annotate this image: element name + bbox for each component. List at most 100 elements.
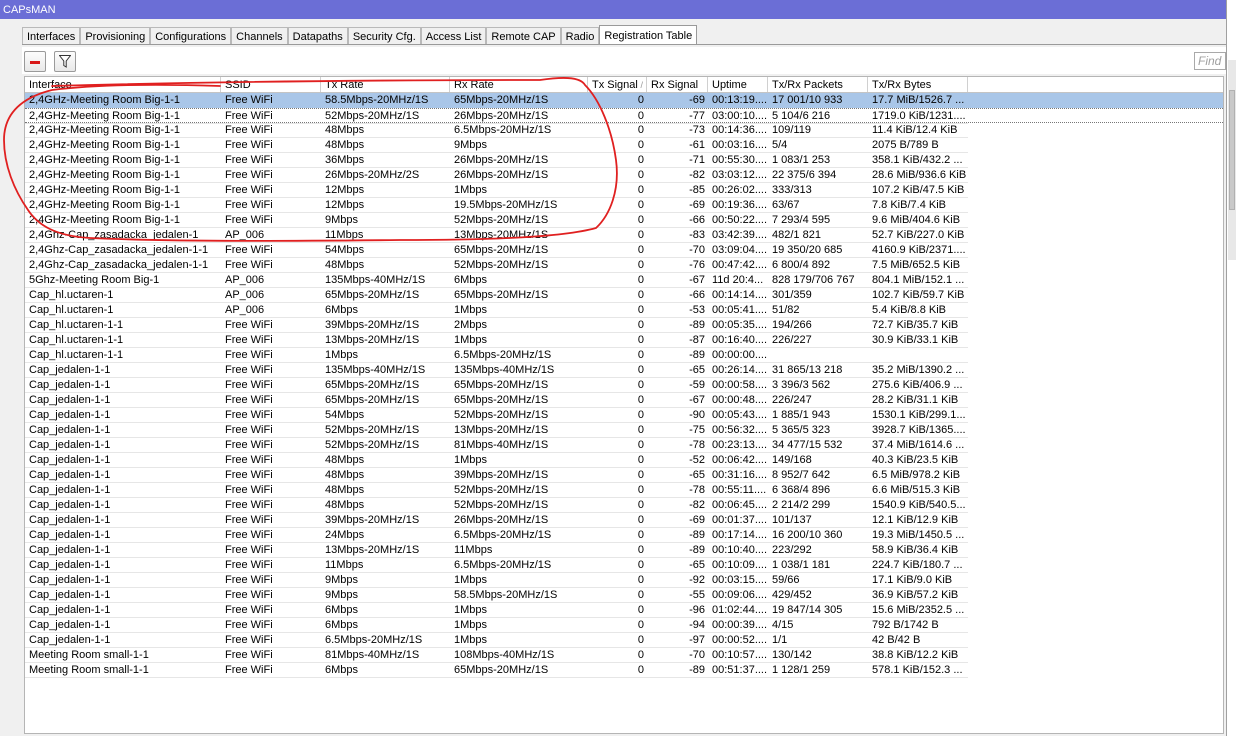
table-row[interactable]: Cap_jedalen-1-1 Free WiFi 48Mbps 52Mbps-20M…: [25, 498, 1223, 513]
tab-provisioning[interactable]: Provisioning: [80, 27, 151, 45]
table-row[interactable]: 2,4Ghz-Cap_zasadacka_jedalen-1-1 Free WiF…: [25, 243, 1223, 258]
cell-ssid: AP_006: [221, 288, 321, 303]
table-row[interactable]: Cap_jedalen-1-1 Free WiFi 11Mbps 6.5Mbps-20…: [25, 558, 1223, 573]
cell-tx-rx-packets: 130/142: [768, 648, 868, 663]
column-header-tx-signal[interactable]: Tx Signal /: [588, 77, 647, 92]
cell-tx-rx-bytes: 1530.1 KiB/299.1...: [868, 408, 968, 423]
table-row[interactable]: Meeting Room small-1-1 Free WiFi 6Mbps 65Mb…: [25, 663, 1223, 678]
cell-uptime: 00:16:40....: [708, 333, 768, 348]
tab-interfaces[interactable]: Interfaces: [22, 27, 81, 45]
table-row[interactable]: Cap_jedalen-1-1 Free WiFi 6Mbps 1Mbps 0 -96 01…: [25, 603, 1223, 618]
table-row[interactable]: 2,4GHz-Meeting Room Big-1-1 Free WiFi 26Mb…: [25, 168, 1223, 183]
column-header-tx-rx-bytes[interactable]: Tx/Rx Bytes: [868, 77, 968, 92]
table-row[interactable]: Cap_jedalen-1-1 Free WiFi 65Mbps-20MHz/1S 6…: [25, 393, 1223, 408]
column-header-ssid[interactable]: SSID: [221, 77, 321, 92]
cell-uptime: 03:03:12....: [708, 168, 768, 183]
remove-button[interactable]: [24, 51, 46, 72]
table-row[interactable]: 2,4GHz-Meeting Room Big-1-1 Free WiFi 12Mb…: [25, 198, 1223, 213]
table-row[interactable]: Cap_jedalen-1-1 Free WiFi 48Mbps 39Mbps-20M…: [25, 468, 1223, 483]
sort-indicator-icon: /: [640, 80, 643, 90]
table-row[interactable]: Cap_jedalen-1-1 Free WiFi 48Mbps 52Mbps-20M…: [25, 483, 1223, 498]
table-row[interactable]: 2,4GHz-Meeting Room Big-1-1 Free WiFi 9Mbp…: [25, 213, 1223, 228]
cell-ssid: Free WiFi: [221, 513, 321, 528]
tab-registration-table[interactable]: Registration Table: [599, 25, 698, 45]
cell-ssid: Free WiFi: [221, 243, 321, 258]
column-header-rx-rate[interactable]: Rx Rate: [450, 77, 588, 92]
cell-rx-rate: 1Mbps: [450, 618, 588, 633]
table-row[interactable]: Cap_jedalen-1-1 Free WiFi 13Mbps-20MHz/1S 1…: [25, 543, 1223, 558]
cell-rx-rate: 39Mbps-20MHz/1S: [450, 468, 588, 483]
table-row[interactable]: Cap_jedalen-1-1 Free WiFi 65Mbps-20MHz/1S 6…: [25, 378, 1223, 393]
filter-button[interactable]: [54, 51, 76, 72]
cell-interface: Cap_jedalen-1-1: [25, 588, 221, 603]
table-row[interactable]: Cap_jedalen-1-1 Free WiFi 9Mbps 58.5Mbps-20…: [25, 588, 1223, 603]
table-row[interactable]: 2,4GHz-Meeting Room Big-1-1 Free WiFi 48Mb…: [25, 138, 1223, 153]
table-row[interactable]: Meeting Room small-1-1 Free WiFi 81Mbps-40…: [25, 648, 1223, 663]
tab-radio[interactable]: Radio: [560, 27, 600, 45]
table-row[interactable]: Cap_hl.uctaren-1-1 Free WiFi 1Mbps 6.5Mbps-…: [25, 348, 1223, 363]
cell-tx-rx-packets: 7 293/4 595: [768, 213, 868, 228]
cell-tx-rate: 65Mbps-20MHz/1S: [321, 378, 450, 393]
find-input[interactable]: Find: [1194, 52, 1226, 70]
table-row[interactable]: 2,4GHz-Meeting Room Big-1-1 Free WiFi 36Mb…: [25, 153, 1223, 168]
cell-rx-signal: -89: [647, 528, 708, 543]
table-row[interactable]: Cap_jedalen-1-1 Free WiFi 48Mbps 1Mbps 0 -52 0…: [25, 453, 1223, 468]
cell-ssid: Free WiFi: [221, 333, 321, 348]
cell-rx-rate: 65Mbps-20MHz/1S: [450, 378, 588, 393]
table-row[interactable]: Cap_jedalen-1-1 Free WiFi 52Mbps-20MHz/1S 1…: [25, 423, 1223, 438]
table-row[interactable]: Cap_jedalen-1-1 Free WiFi 135Mbps-40MHz/1S…: [25, 363, 1223, 378]
cell-interface: Cap_jedalen-1-1: [25, 618, 221, 633]
table-row[interactable]: Cap_jedalen-1-1 Free WiFi 39Mbps-20MHz/1S 2…: [25, 513, 1223, 528]
cell-interface: Cap_jedalen-1-1: [25, 633, 221, 648]
table-row[interactable]: Cap_jedalen-1-1 Free WiFi 24Mbps 6.5Mbps-20…: [25, 528, 1223, 543]
column-header-label: Rx Signal: [651, 79, 699, 91]
cell-rx-signal: -90: [647, 408, 708, 423]
tab-remote-cap[interactable]: Remote CAP: [486, 27, 561, 45]
cell-tx-rate: 36Mbps: [321, 153, 450, 168]
table-row[interactable]: 5Ghz-Meeting Room Big-1 AP_006 135Mbps-40M…: [25, 273, 1223, 288]
tab-access-list[interactable]: Access List: [420, 27, 487, 45]
cell-tx-rx-bytes: 28.6 MiB/936.6 KiB: [868, 168, 968, 183]
table-row[interactable]: Cap_hl.uctaren-1-1 Free WiFi 13Mbps-20MHz/…: [25, 333, 1223, 348]
cell-tx-rate: 13Mbps-20MHz/1S: [321, 333, 450, 348]
tab-security-cfg[interactable]: Security Cfg.: [347, 27, 421, 45]
scrollbar-thumb[interactable]: [1229, 90, 1235, 210]
table-row[interactable]: 2,4GHz-Meeting Room Big-1-1 Free WiFi 48Mb…: [25, 123, 1223, 138]
cell-rx-rate: 58.5Mbps-20MHz/1S: [450, 588, 588, 603]
table-row[interactable]: 2,4GHz-Meeting Room Big-1-1 Free WiFi 58.5…: [25, 93, 1223, 108]
cell-tx-rx-bytes: 5.4 KiB/8.8 KiB: [868, 303, 968, 318]
column-header-rx-signal[interactable]: Rx Signal: [647, 77, 708, 92]
cell-rx-signal: -82: [647, 168, 708, 183]
table-row[interactable]: 2,4Ghz-Cap_zasadacka_jedalen-1 AP_006 11Mb…: [25, 228, 1223, 243]
tab-channels[interactable]: Channels: [231, 27, 288, 45]
tab-datapaths[interactable]: Datapaths: [287, 27, 348, 45]
cell-tx-rate: 81Mbps-40MHz/1S: [321, 648, 450, 663]
table-row[interactable]: Cap_jedalen-1-1 Free WiFi 6.5Mbps-20MHz/1S…: [25, 633, 1223, 648]
table-row[interactable]: Cap_jedalen-1-1 Free WiFi 6Mbps 1Mbps 0 -94 00…: [25, 618, 1223, 633]
table-row[interactable]: Cap_jedalen-1-1 Free WiFi 52Mbps-20MHz/1S 8…: [25, 438, 1223, 453]
cell-tx-rx-bytes: 7.5 MiB/652.5 KiB: [868, 258, 968, 273]
column-header-interface[interactable]: Interface: [25, 77, 221, 92]
cell-rx-signal: -77: [647, 109, 708, 124]
column-header-label: Tx/Rx Bytes: [872, 79, 932, 91]
tab-configurations[interactable]: Configurations: [150, 27, 232, 45]
cell-uptime: 00:03:15....: [708, 573, 768, 588]
cell-tx-signal: 0: [588, 109, 647, 124]
column-header-tx-rx-packets[interactable]: Tx/Rx Packets: [768, 77, 868, 92]
table-row[interactable]: 2,4GHz-Meeting Room Big-1-1 Free WiFi 12Mb…: [25, 183, 1223, 198]
cell-uptime: 00:00:52....: [708, 633, 768, 648]
column-header-uptime[interactable]: Uptime: [708, 77, 768, 92]
table-row[interactable]: Cap_jedalen-1-1 Free WiFi 54Mbps 52Mbps-20M…: [25, 408, 1223, 423]
table-row[interactable]: 2,4GHz-Meeting Room Big-1-1 Free WiFi 52Mb…: [25, 108, 1223, 124]
cell-ssid: Free WiFi: [221, 138, 321, 153]
table-row[interactable]: Cap_hl.uctaren-1 AP_006 6Mbps 1Mbps 0 -53 00:0…: [25, 303, 1223, 318]
column-header-tx-rate[interactable]: Tx Rate: [321, 77, 450, 92]
table-row[interactable]: Cap_hl.uctaren-1 AP_006 65Mbps-20MHz/1S 65M…: [25, 288, 1223, 303]
table-row[interactable]: Cap_jedalen-1-1 Free WiFi 9Mbps 1Mbps 0 -92 00…: [25, 573, 1223, 588]
table-row[interactable]: 2,4Ghz-Cap_zasadacka_jedalen-1-1 Free WiF…: [25, 258, 1223, 273]
cell-rx-rate: 13Mbps-20MHz/1S: [450, 228, 588, 243]
table-row[interactable]: Cap_hl.uctaren-1-1 Free WiFi 39Mbps-20MHz/…: [25, 318, 1223, 333]
vertical-scrollbar[interactable]: [1228, 60, 1236, 260]
cell-tx-signal: 0: [588, 498, 647, 513]
cell-rx-signal: -83: [647, 228, 708, 243]
